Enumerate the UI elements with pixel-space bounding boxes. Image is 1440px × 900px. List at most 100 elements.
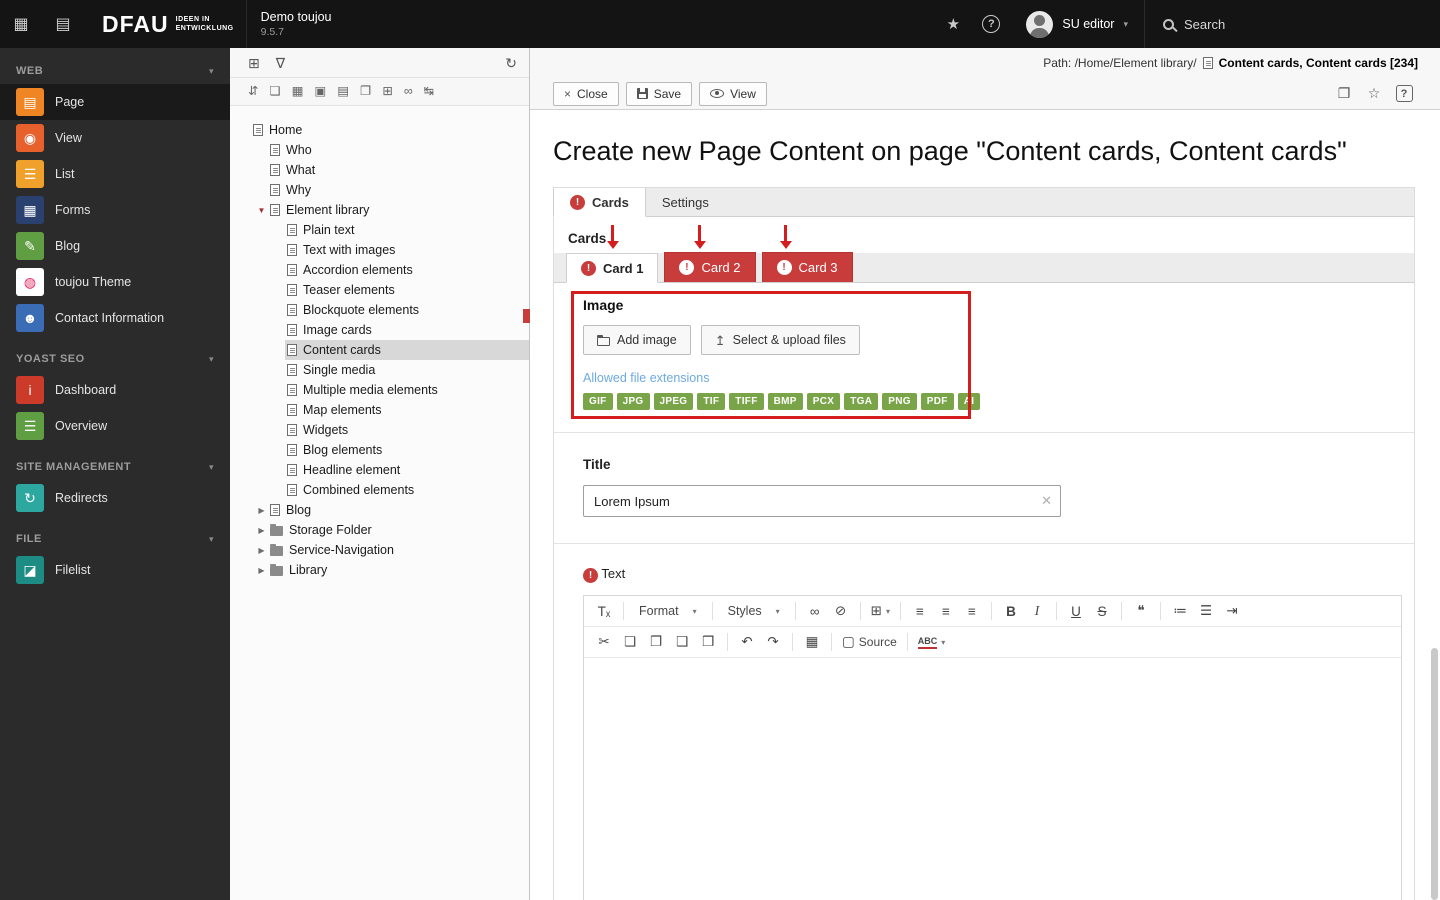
cut-button[interactable]: ✂ — [592, 630, 616, 654]
new-page-icon[interactable]: ⊞ — [248, 56, 260, 70]
tree-item-multiple-media-elements[interactable]: Multiple media elements — [230, 380, 529, 400]
card-tab-card-1[interactable]: ! Card 1 — [566, 253, 659, 283]
filter-icon[interactable]: ∇ — [276, 56, 285, 70]
link-button[interactable]: ∞ — [803, 599, 827, 623]
expand-icon[interactable]: ▶ — [255, 506, 268, 515]
sidebar-item-dashboard[interactable]: i Dashboard — [0, 372, 230, 408]
user-menu[interactable]: SU editor ▾ — [1010, 0, 1144, 48]
expand-icon[interactable]: ▶ — [255, 546, 268, 555]
drag-page-icon[interactable]: ⇵ — [248, 85, 258, 98]
redo-button[interactable]: ↷ — [761, 630, 785, 654]
drag-page-alt-icon[interactable]: ❏ — [269, 85, 280, 98]
sidebar-item-toujou-theme[interactable]: ◍ toujou Theme — [0, 264, 230, 300]
italic-button[interactable]: I — [1025, 599, 1049, 623]
align-right-button[interactable]: ≡ — [960, 599, 984, 623]
editor-content-area[interactable] — [584, 658, 1401, 900]
sidebar-item-redirects[interactable]: ↻ Redirects — [0, 480, 230, 516]
numbered-list-button[interactable]: ≔ — [1168, 599, 1192, 623]
tree-item-accordion-elements[interactable]: Accordion elements — [230, 260, 529, 280]
paste-plain-text-button[interactable]: ❑ — [670, 630, 694, 654]
tree-item-what[interactable]: What — [230, 160, 529, 180]
tree-item-headline-element[interactable]: Headline element — [230, 460, 529, 480]
module-menu-toggle-button[interactable]: ▦ — [0, 0, 42, 48]
align-left-button[interactable]: ≡ — [908, 599, 932, 623]
spellcheck-button[interactable]: ABC ▾ — [915, 630, 949, 654]
add-bookmark-button[interactable]: ☆ — [1361, 82, 1387, 106]
tree-item-why[interactable]: Why — [230, 180, 529, 200]
sidebar-item-overview[interactable]: ☰ Overview — [0, 408, 230, 444]
card-tab-card-3[interactable]: ! Card 3 — [761, 252, 853, 282]
remove-format-button[interactable]: Tₓ — [592, 599, 616, 623]
open-in-new-window-button[interactable]: ❐ — [1331, 82, 1357, 106]
tree-item-service-navigation[interactable]: ▶ Service-Navigation — [230, 540, 529, 560]
tree-item-blog-elements[interactable]: Blog elements — [230, 440, 529, 460]
tree-item-combined-elements[interactable]: Combined elements — [230, 480, 529, 500]
format-dropdown[interactable]: Format ▾ — [631, 599, 705, 623]
paste-from-word-button[interactable]: ❒ — [696, 630, 720, 654]
undo-button[interactable]: ↶ — [735, 630, 759, 654]
source-button[interactable]: ▢ Source — [839, 630, 900, 654]
sidebar-item-filelist[interactable]: ◪ Filelist — [0, 552, 230, 588]
align-center-button[interactable]: ≡ — [934, 599, 958, 623]
select-all-button[interactable]: ▦ — [800, 630, 824, 654]
close-button[interactable]: × Close — [553, 81, 619, 106]
bold-button[interactable]: B — [999, 599, 1023, 623]
add-image-button[interactable]: Add image — [583, 325, 691, 355]
tree-item-widgets[interactable]: Widgets — [230, 420, 529, 440]
drag-rows-icon[interactable]: ▤ — [337, 85, 349, 98]
tab-settings[interactable]: Settings — [646, 188, 725, 216]
tab-cards[interactable]: ! Cards — [553, 188, 646, 217]
blockquote-button[interactable]: ❝ — [1129, 599, 1153, 623]
help-button[interactable]: ? — [972, 0, 1010, 48]
allowed-file-extensions-link[interactable]: Allowed file extensions — [583, 371, 1385, 387]
tree-item-content-cards[interactable]: Content cards — [230, 340, 529, 360]
sidebar-item-contact-information[interactable]: ☻ Contact Information — [0, 300, 230, 336]
card-tab-card-2[interactable]: ! Card 2 — [664, 252, 756, 282]
select-upload-files-button[interactable]: ↥ Select & upload files — [700, 325, 860, 355]
tree-item-home[interactable]: Home — [230, 120, 529, 140]
bookmark-button[interactable]: ★ — [934, 0, 972, 48]
drag-link-icon[interactable]: ∞ — [404, 85, 413, 98]
tree-item-single-media[interactable]: Single media — [230, 360, 529, 380]
strikethrough-button[interactable]: S — [1090, 599, 1114, 623]
tree-item-element-library[interactable]: ▼ Element library — [230, 200, 529, 220]
indent-button[interactable]: ⇥ — [1220, 599, 1244, 623]
drag-folder-icon[interactable]: ❐ — [360, 85, 371, 98]
styles-dropdown[interactable]: Styles ▾ — [720, 599, 788, 623]
tree-item-teaser-elements[interactable]: Teaser elements — [230, 280, 529, 300]
collapse-icon[interactable]: ▼ — [255, 206, 268, 215]
sidebar-item-list[interactable]: ☰ List — [0, 156, 230, 192]
view-button[interactable]: View — [699, 81, 767, 106]
drag-content-icon[interactable]: ▦ — [292, 85, 304, 98]
menu-section-header[interactable]: FILE ▾ — [0, 524, 230, 552]
tree-item-image-cards[interactable]: Image cards — [230, 320, 529, 340]
brand-logo[interactable]: DFAU IDEEN IN ENTWICKLUNG — [84, 0, 246, 48]
menu-section-header[interactable]: SITE MANAGEMENT ▾ — [0, 452, 230, 480]
search-bar[interactable]: Search — [1144, 0, 1440, 48]
save-button[interactable]: Save — [625, 81, 693, 106]
vertical-scrollbar[interactable] — [1431, 648, 1438, 900]
drag-panel-icon[interactable]: ▣ — [315, 85, 327, 98]
refresh-icon[interactable]: ↻ — [505, 56, 517, 70]
csh-help-button[interactable]: ? — [1391, 82, 1417, 106]
bulleted-list-button[interactable]: ☰ — [1194, 599, 1218, 623]
menu-section-header[interactable]: WEB ▾ — [0, 56, 230, 84]
paste-button[interactable]: ❐ — [644, 630, 668, 654]
tree-item-who[interactable]: Who — [230, 140, 529, 160]
drag-paste-icon[interactable]: ⊞ — [382, 85, 392, 98]
tree-item-storage-folder[interactable]: ▶ Storage Folder — [230, 520, 529, 540]
tree-item-map-elements[interactable]: Map elements — [230, 400, 529, 420]
menu-section-header[interactable]: YOAST SEO ▾ — [0, 344, 230, 372]
tree-item-text-with-images[interactable]: Text with images — [230, 240, 529, 260]
pagetree-toggle-button[interactable]: ▤ — [42, 0, 84, 48]
sidebar-item-view[interactable]: ◉ View — [0, 120, 230, 156]
clear-input-icon[interactable]: ✕ — [1041, 493, 1052, 509]
expand-icon[interactable]: ▶ — [255, 526, 268, 535]
sidebar-item-forms[interactable]: ▦ Forms — [0, 192, 230, 228]
tree-item-library[interactable]: ▶ Library — [230, 560, 529, 580]
underline-button[interactable]: U — [1064, 599, 1088, 623]
tree-item-plain-text[interactable]: Plain text — [230, 220, 529, 240]
title-input[interactable] — [583, 485, 1061, 517]
sidebar-item-blog[interactable]: ✎ Blog — [0, 228, 230, 264]
tree-item-blockquote-elements[interactable]: Blockquote elements — [230, 300, 529, 320]
